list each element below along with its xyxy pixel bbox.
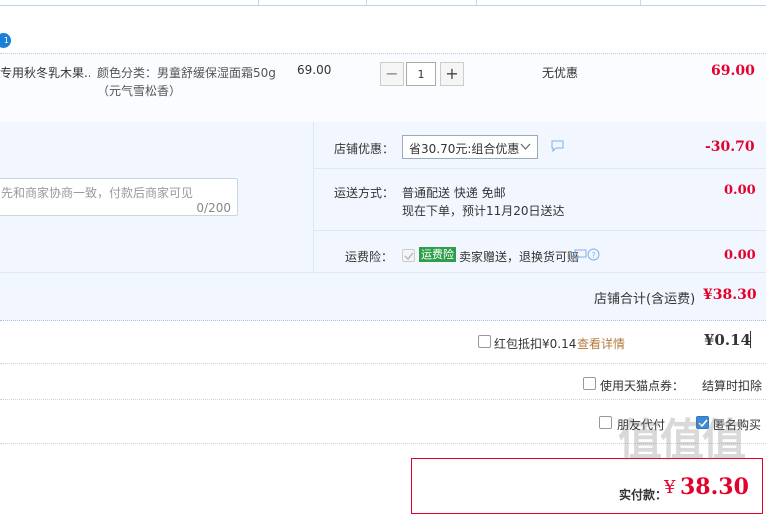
- shipping-amount: 0.00: [724, 183, 756, 198]
- insurance-label: 运费险：: [345, 250, 394, 264]
- shop-total-amount: ¥38.30: [703, 287, 757, 303]
- tmall-points-label: 使用天猫点券：: [600, 379, 685, 393]
- redpacket-checkbox[interactable]: [478, 335, 491, 348]
- payment-currency: ¥: [664, 477, 676, 498]
- insurance-text: 卖家赠送，退换货可赔: [459, 250, 580, 264]
- friend-pay-checkbox[interactable]: [599, 416, 612, 429]
- panel-divider: [314, 168, 766, 169]
- row-divider: [0, 363, 766, 364]
- payment-label: 实付款：: [619, 488, 668, 502]
- notification-badge[interactable]: 1: [0, 33, 11, 48]
- promo-select-value: 省30.70元:组合优惠: [409, 142, 520, 156]
- sku-extra: （元气雪松香）: [97, 84, 182, 98]
- insurance-amount: 0.00: [724, 248, 756, 263]
- shipping-label: 运送方式：: [334, 186, 395, 200]
- message-counter: 0/200: [196, 201, 231, 215]
- quantity-minus-button[interactable]: −: [380, 62, 404, 86]
- sku-label: 颜色分类：: [97, 66, 158, 80]
- table-header-border: [0, 5, 766, 6]
- item-sku: 颜色分类：男童舒缓保湿面霜50g: [97, 64, 276, 81]
- promo-amount: -30.70: [705, 139, 755, 155]
- promo-label: 店铺优惠：: [334, 142, 395, 156]
- insurance-tag: 运费险: [419, 247, 456, 262]
- header-separator: [640, 0, 641, 5]
- item-discount: 无优惠: [542, 66, 579, 80]
- chevron-down-icon: [520, 143, 531, 150]
- sku-value: 男童舒缓保湿面霜50g: [157, 66, 276, 80]
- redpacket-label: 红包抵扣¥0.14: [494, 337, 577, 351]
- payment-amount: 38.30: [680, 474, 749, 500]
- item-title[interactable]: 专用秋冬乳木果...: [0, 64, 90, 81]
- message-icon[interactable]: [574, 249, 587, 261]
- message-icon[interactable]: [551, 140, 564, 152]
- quantity-input[interactable]: [406, 62, 436, 86]
- shipping-method: 普通配送 快递 免邮: [402, 186, 506, 200]
- shipping-eta: 现在下单，预计11月20日送达: [402, 204, 565, 218]
- insurance-checkbox[interactable]: [402, 249, 415, 262]
- svg-text:?: ?: [591, 251, 595, 260]
- message-placeholder: 先和商家协商一致，付款后商家可见: [1, 186, 194, 200]
- promo-select[interactable]: 省30.70元:组合优惠: [402, 135, 538, 159]
- header-separator: [366, 0, 367, 5]
- unit-price: 69.00: [297, 63, 332, 77]
- quantity-plus-button[interactable]: +: [440, 62, 464, 86]
- panel-divider: [0, 272, 766, 273]
- tmall-points-note: 结算时扣除: [702, 379, 763, 393]
- text-cursor: [750, 331, 751, 348]
- header-separator: [258, 0, 259, 5]
- seller-message-input[interactable]: 先和商家协商一致，付款后商家可见 0/200: [0, 178, 238, 216]
- check-icon: [404, 252, 414, 261]
- header-separator: [476, 0, 477, 5]
- panel-divider: [314, 230, 766, 231]
- row-divider: [0, 399, 766, 400]
- item-subtotal: 69.00: [711, 63, 755, 79]
- redpacket-amount: ¥0.14: [704, 331, 751, 349]
- watermark-logo: 值值值: [618, 415, 746, 466]
- redpacket-details-link[interactable]: 查看详情: [577, 335, 625, 352]
- panel-vertical-divider: [313, 122, 314, 272]
- help-icon[interactable]: ?: [587, 248, 600, 261]
- tmall-points-checkbox[interactable]: [583, 377, 596, 390]
- shop-total-label: 店铺合计(含运费): [594, 292, 696, 307]
